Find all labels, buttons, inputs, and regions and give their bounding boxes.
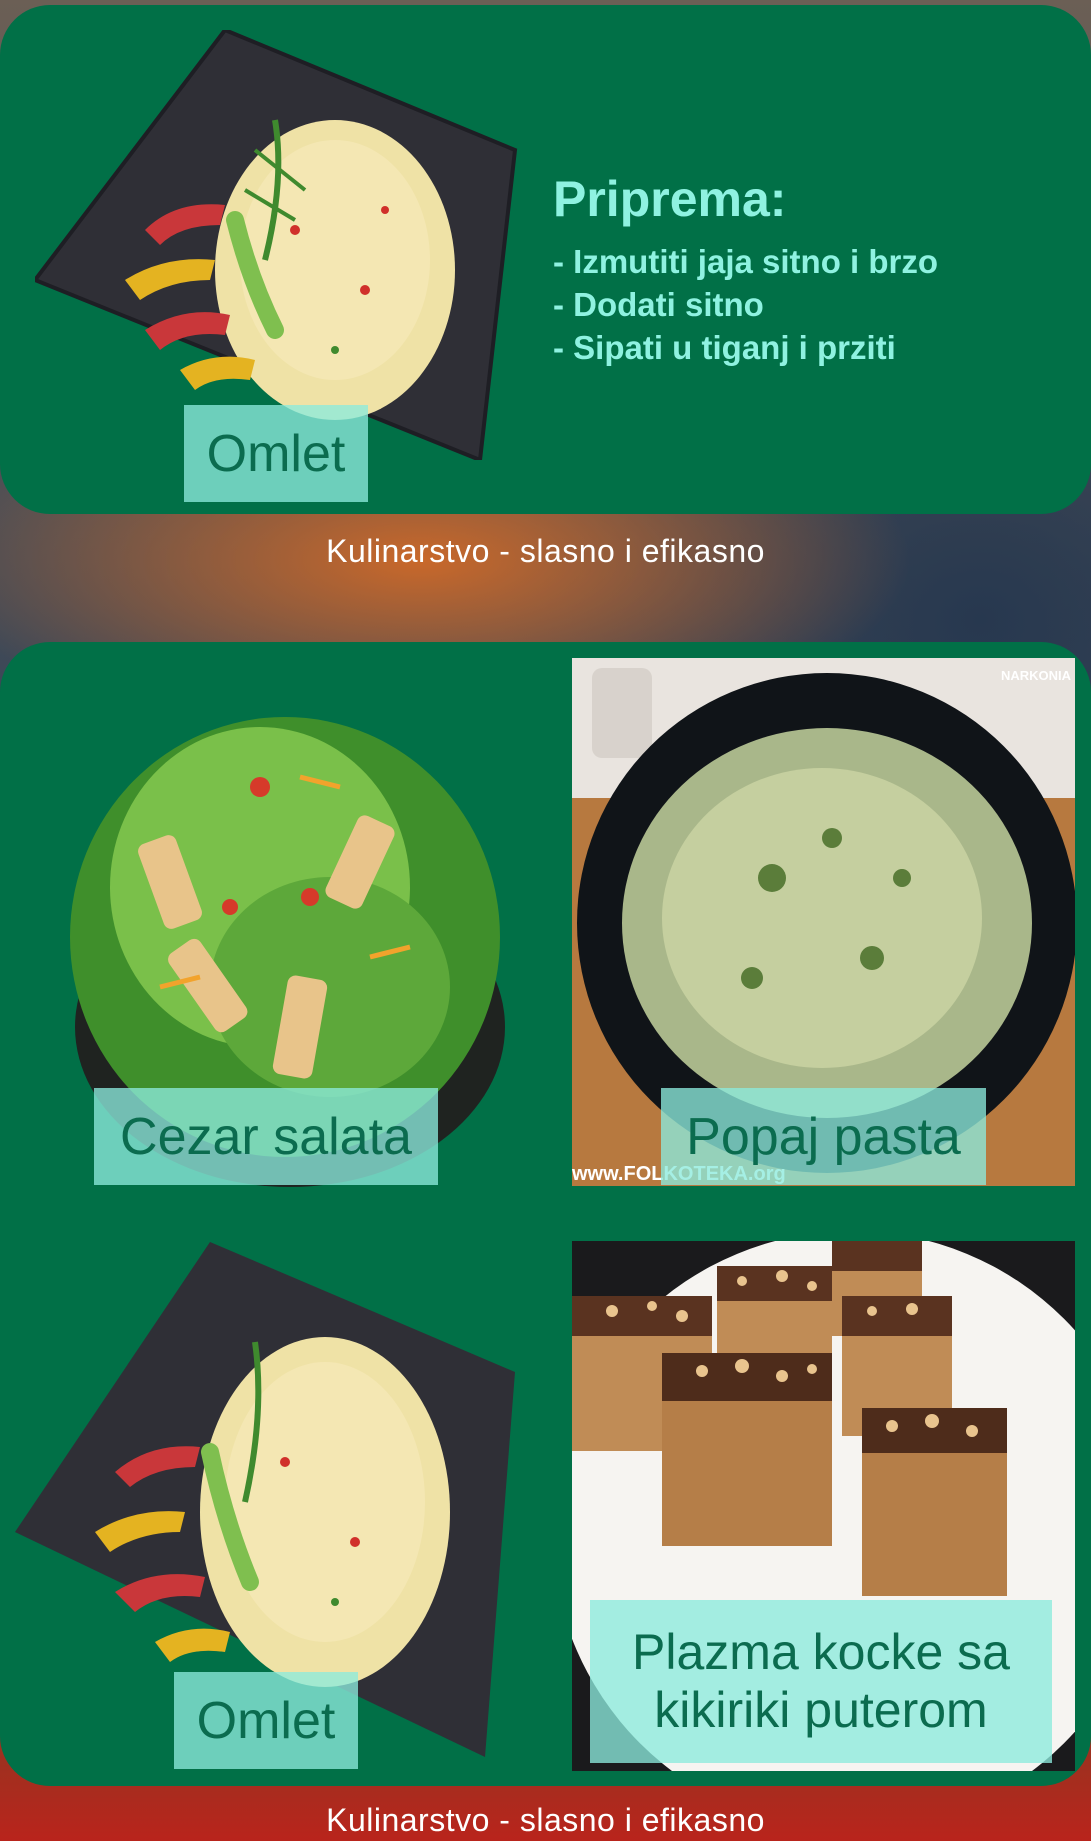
app-tagline: Kulinarstvo - slasno i efikasno	[326, 1802, 765, 1838]
omelet-recipe-card[interactable]: Omlet Priprema: - Izmutiti jaja sitno i …	[0, 5, 1091, 514]
dish-label: Popaj pasta	[661, 1088, 986, 1185]
dish-label: Cezar salata	[94, 1088, 438, 1185]
dish-label: Omlet	[174, 1672, 358, 1769]
corner-mark: NARKONIA	[1000, 668, 1071, 683]
recipe-title: Priprema:	[553, 171, 787, 227]
dish-label: Plazma kocke sa kikiriki puterom	[590, 1600, 1052, 1763]
recipe-step: - Sipati u tiganj i prziti	[553, 329, 896, 366]
dish-grid-card: Cezar salata www.FOLKOTEKA.org NARKONIA …	[0, 642, 1091, 1786]
recipe-step: - Izmutiti jaja sitno i brzo	[553, 243, 939, 280]
recipe-panel: Priprema: - Izmutiti jaja sitno i brzo -…	[553, 170, 938, 369]
recipe-step: - Dodati sitno	[553, 286, 764, 323]
omelet-image	[35, 30, 518, 460]
app-tagline: Kulinarstvo - slasno i efikasno	[326, 533, 765, 569]
dish-label: Omlet	[184, 405, 368, 502]
